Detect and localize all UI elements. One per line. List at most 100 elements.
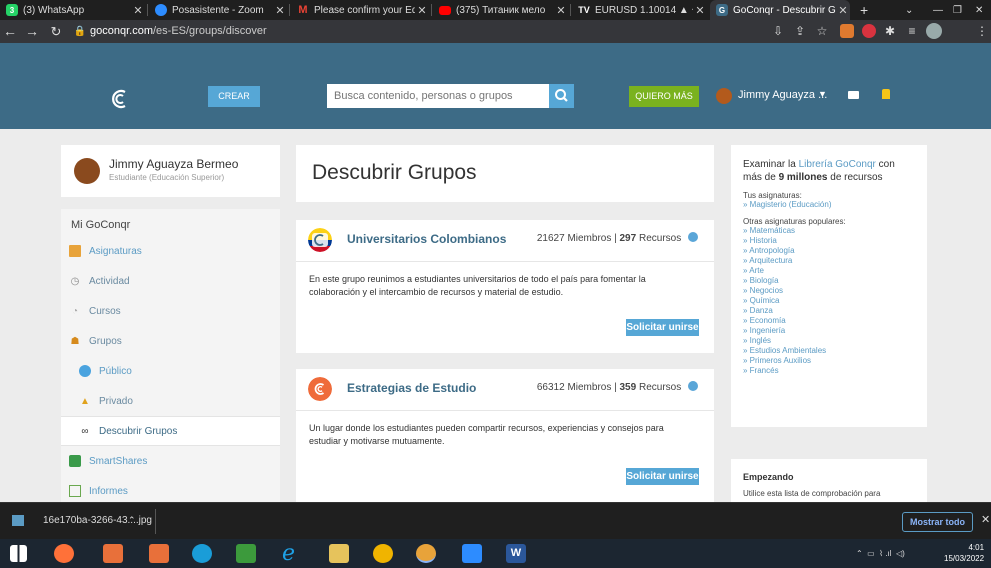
subject-link[interactable]: » Biología — [743, 276, 915, 286]
tab-whatsapp[interactable]: 3 (3) WhatsApp ✕ — [0, 0, 145, 20]
library-link[interactable]: Librería GoConqr — [799, 159, 876, 170]
user-avatar[interactable] — [716, 88, 732, 104]
reload-icon[interactable]: ↻ — [48, 22, 64, 41]
zoom-icon[interactable] — [462, 544, 482, 563]
user-name[interactable]: Jimmy Aguayza ... — [738, 89, 827, 101]
tab-goconqr[interactable]: G GoConqr - Descubrir G ✕ — [710, 0, 850, 20]
url-field[interactable]: goconqr.com/es-ES/groups/discover — [90, 22, 500, 41]
sidebar-title: Mi GoConqr — [71, 219, 131, 231]
close-tab-icon[interactable]: ✕ — [836, 4, 850, 17]
subject-link[interactable]: » Negocios — [743, 286, 915, 296]
report-icon — [69, 485, 81, 497]
goconqr-group-icon[interactable] — [308, 377, 332, 401]
group-name[interactable]: Estrategias de Estudio — [347, 381, 476, 395]
chrome-icon[interactable] — [416, 544, 436, 563]
sidebar-item-cursos[interactable]: ◔ Cursos — [61, 296, 280, 326]
group-description: Un lugar donde los estudiantes pueden co… — [309, 423, 664, 446]
tab-search-icon[interactable]: ⌄ — [903, 0, 919, 20]
subject-link[interactable]: » Antropología — [743, 246, 915, 256]
sidebar-item-smartshares[interactable]: SmartShares — [61, 446, 280, 476]
tab-tradingview[interactable]: TV EURUSD 1.10014 ▲ +0 ✕ — [572, 0, 707, 20]
app-icon[interactable] — [149, 544, 169, 563]
back-icon[interactable]: ← — [2, 22, 18, 41]
close-tab-icon[interactable]: ✕ — [415, 4, 429, 17]
group-card-header: Universitarios Colombianos 21627 Miembro… — [296, 220, 714, 262]
show-all-button[interactable]: Mostrar todo — [902, 512, 973, 532]
sidebar-item-informes[interactable]: Informes — [61, 476, 280, 502]
subject-link[interactable]: » Arte — [743, 266, 915, 276]
subject-link[interactable]: » Primeros Auxilios — [743, 356, 915, 366]
extension-icon[interactable] — [840, 24, 854, 38]
subject-link[interactable]: » Magisterio (Educación) — [743, 200, 915, 210]
download-item[interactable]: 16e170ba-3266-43....jpg — [43, 515, 152, 526]
new-tab-button[interactable]: + — [856, 0, 876, 20]
subject-link[interactable]: » Ingeniería — [743, 326, 915, 336]
restore-icon[interactable]: ❐ — [950, 0, 968, 20]
word-icon[interactable]: W — [506, 544, 526, 563]
search-button[interactable] — [549, 84, 574, 108]
store-icon[interactable] — [236, 544, 256, 563]
close-icon[interactable]: ✕ — [981, 513, 990, 526]
extension-icon[interactable] — [862, 24, 876, 38]
windows-start-icon[interactable] — [10, 545, 27, 562]
extensions-puzzle-icon[interactable]: ✱ — [882, 22, 898, 41]
chevron-up-icon[interactable]: ⌃ — [128, 515, 136, 526]
profile-avatar-icon[interactable] — [926, 23, 942, 39]
sidebar-item-descubrir-grupos[interactable]: ∞ Descubrir Grupos — [61, 416, 280, 446]
tab-youtube[interactable]: (375) Титаник мело ✕ — [433, 0, 568, 20]
sidebar-item-grupos[interactable]: ☗ Grupos — [61, 326, 280, 356]
sidebar-item-privado[interactable]: ▲ Privado — [61, 386, 280, 416]
install-icon[interactable]: ⇩ — [770, 22, 786, 41]
chrome-icon[interactable] — [373, 544, 393, 563]
bookmark-star-icon[interactable]: ☆ — [814, 22, 830, 41]
firefox-icon[interactable] — [54, 544, 74, 563]
group-icon: ☗ — [70, 335, 80, 347]
subject-link[interactable]: » Historia — [743, 236, 915, 246]
close-tab-icon[interactable]: ✕ — [693, 4, 707, 17]
tab-zoom[interactable]: Posasistente - Zoom ✕ — [149, 0, 287, 20]
forward-icon[interactable]: → — [24, 22, 40, 41]
reading-list-icon[interactable]: ≡ — [904, 22, 920, 41]
minimize-icon[interactable]: — — [930, 0, 948, 20]
edge-icon[interactable] — [192, 544, 212, 563]
close-tab-icon[interactable]: ✕ — [273, 4, 287, 17]
subject-link[interactable]: » Francés — [743, 366, 915, 376]
file-explorer-icon[interactable] — [329, 544, 349, 563]
crear-button[interactable]: CREAR — [208, 86, 260, 107]
sidebar-item-actividad[interactable]: ◷ Actividad — [61, 266, 280, 296]
request-join-button[interactable]: Solicitar unirse — [626, 468, 699, 485]
menu-dots-icon[interactable]: ⋮ — [974, 22, 990, 41]
close-tab-icon[interactable]: ✕ — [554, 4, 568, 17]
close-window-icon[interactable]: ✕ — [972, 0, 990, 20]
colombia-flag-icon[interactable] — [308, 228, 332, 252]
tab-gmail[interactable]: M Please confirm your Edi ✕ — [291, 0, 429, 20]
internet-explorer-icon[interactable]: e — [282, 543, 304, 565]
clock[interactable]: 4:01 15/03/2022 — [944, 542, 984, 564]
subject-link[interactable]: » Química — [743, 296, 915, 306]
profile-avatar[interactable] — [74, 158, 100, 184]
sidebar-item-asignaturas[interactable]: Asignaturas — [61, 236, 280, 266]
profile-name[interactable]: Jimmy Aguayza Bermeo — [109, 157, 238, 171]
subject-link[interactable]: » Danza — [743, 306, 915, 316]
goconqr-logo-icon[interactable] — [108, 87, 132, 111]
search-input[interactable] — [327, 84, 549, 108]
subject-link[interactable]: » Arquitectura — [743, 256, 915, 266]
group-name[interactable]: Universitarios Colombianos — [347, 232, 506, 246]
subject-link[interactable]: » Matemáticas — [743, 226, 915, 236]
bell-icon[interactable] — [882, 89, 890, 99]
chevron-down-icon[interactable]: ▼ — [818, 89, 827, 99]
system-tray[interactable]: ⌃ ▭ ⌇ .ıl ◁) — [856, 549, 905, 558]
subject-link[interactable]: » Estudios Ambientales — [743, 346, 915, 356]
subject-link[interactable]: » Inglés — [743, 336, 915, 346]
profile-card[interactable]: Jimmy Aguayza Bermeo Estudiante (Educaci… — [61, 145, 280, 197]
main-column: Descubrir Grupos Universitarios Colombia… — [296, 145, 714, 502]
close-tab-icon[interactable]: ✕ — [131, 4, 145, 17]
quiero-mas-button[interactable]: QUIERO MÁS — [629, 86, 699, 107]
app-icon[interactable] — [103, 544, 123, 563]
share-page-icon[interactable]: ⇪ — [792, 22, 808, 41]
sidebar-item-publico[interactable]: Público — [61, 356, 280, 386]
request-join-button[interactable]: Solicitar unirse — [626, 319, 699, 336]
mail-icon[interactable] — [848, 91, 859, 99]
book-icon — [69, 245, 81, 257]
subject-link[interactable]: » Economía — [743, 316, 915, 326]
